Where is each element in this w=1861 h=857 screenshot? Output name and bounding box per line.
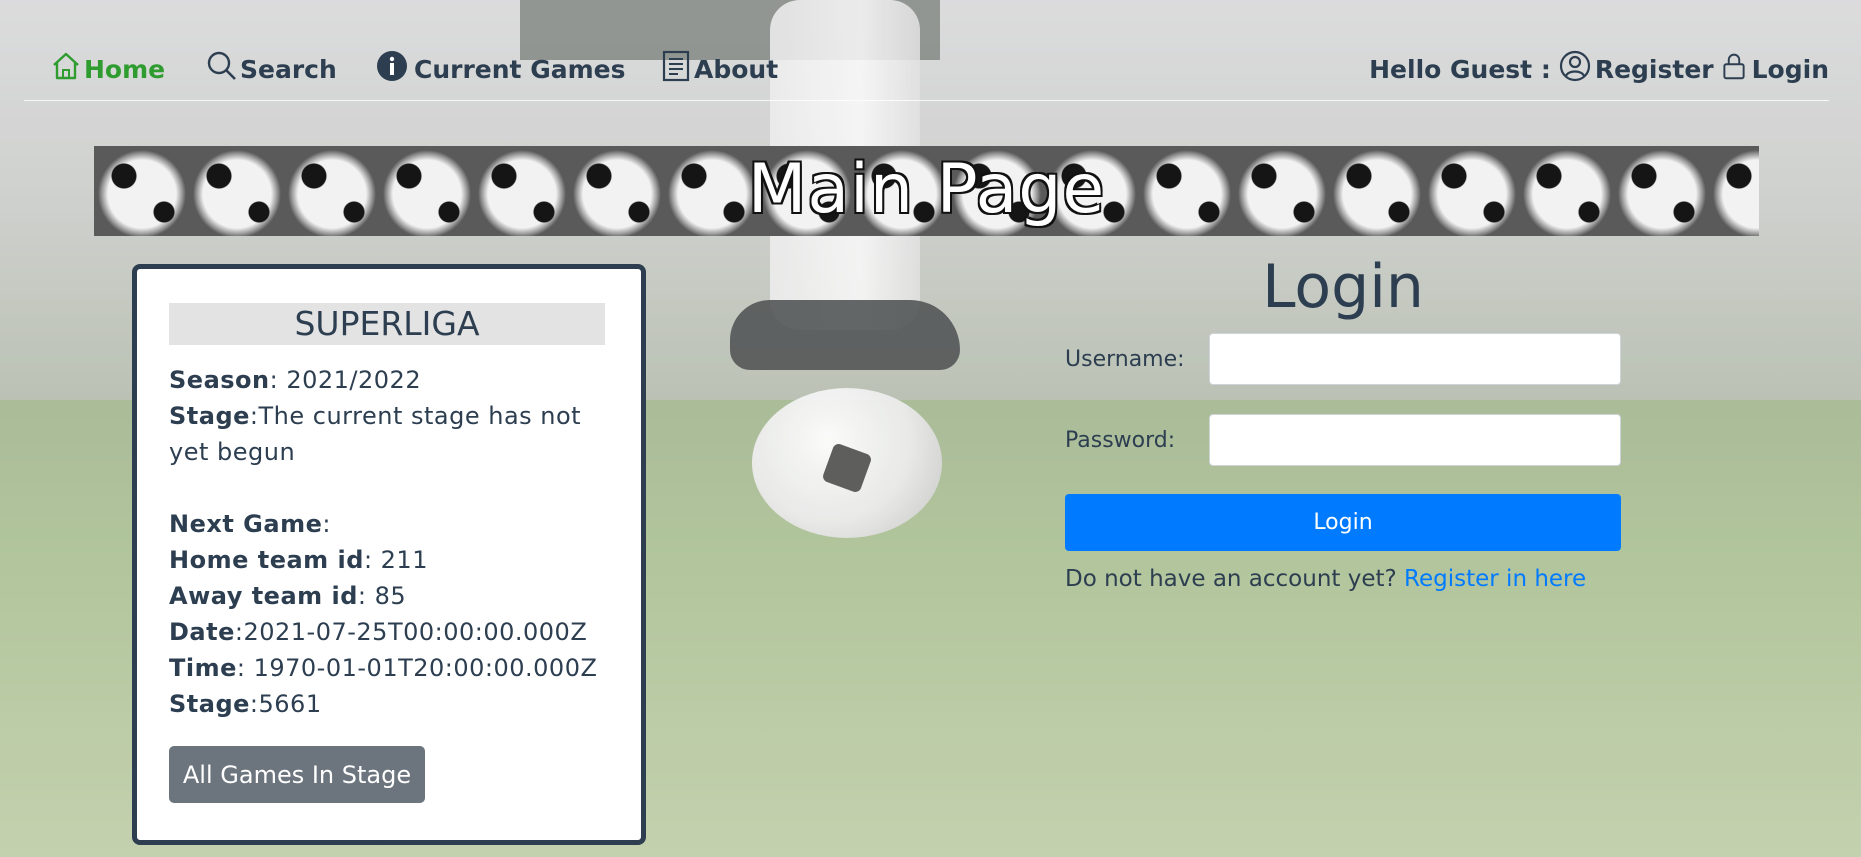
- page-title: Main Page: [747, 150, 1106, 229]
- top-navbar: Home Search Current Games About Hello Gu…: [24, 44, 1829, 101]
- user-area: Hello Guest : Register Login: [1369, 50, 1829, 88]
- nav-search-label: Search: [240, 54, 337, 84]
- login-title: Login: [1262, 252, 1424, 322]
- date-row: Date:2021-07-25T00:00:00.000Z: [169, 618, 588, 646]
- nav-current-games-link[interactable]: Current Games: [376, 50, 626, 88]
- nav-about-label: About: [694, 54, 779, 84]
- all-games-in-stage-button[interactable]: All Games In Stage: [169, 746, 425, 803]
- league-name: SUPERLIGA: [169, 303, 605, 345]
- home-team-row: Home team id: 211: [169, 546, 428, 574]
- search-icon: [206, 50, 238, 88]
- nav-login-link[interactable]: Login: [1720, 50, 1829, 88]
- password-input[interactable]: [1209, 414, 1621, 466]
- nav-login-label: Login: [1751, 54, 1829, 84]
- password-row: Password:: [1065, 414, 1621, 466]
- next-game-row: Next Game:: [169, 510, 331, 538]
- register-prompt: Do not have an account yet? Register in …: [1065, 566, 1586, 592]
- document-icon: [660, 50, 692, 88]
- league-details: Season: 2021/2022 Stage:The current stag…: [169, 362, 609, 722]
- stage-row: Stage:The current stage has not yet begu…: [169, 402, 582, 466]
- info-circle-icon: [376, 50, 408, 88]
- username-row: Username:: [1065, 333, 1621, 385]
- login-submit-button[interactable]: Login: [1065, 494, 1621, 551]
- no-account-text: Do not have an account yet?: [1065, 566, 1397, 592]
- nav-register-label: Register: [1594, 54, 1714, 84]
- user-circle-icon: [1559, 50, 1591, 88]
- time-row: Time: 1970-01-01T20:00:00.000Z: [169, 654, 598, 682]
- username-label: Username:: [1065, 346, 1185, 372]
- lock-icon: [1720, 50, 1748, 88]
- nav-search-link[interactable]: Search: [206, 50, 337, 88]
- league-info-card: SUPERLIGA Season: 2021/2022 Stage:The cu…: [132, 264, 646, 845]
- main-page-banner: Main Page: [94, 146, 1759, 236]
- nav-about-link[interactable]: About: [660, 50, 778, 88]
- house-icon: [50, 50, 82, 88]
- username-input[interactable]: [1209, 333, 1621, 385]
- guest-greeting: Hello Guest :: [1369, 54, 1551, 84]
- season-row: Season: 2021/2022: [169, 366, 422, 394]
- nav-register-link[interactable]: Register: [1559, 50, 1714, 88]
- away-team-row: Away team id: 85: [169, 582, 407, 610]
- game-stage-row: Stage:5661: [169, 690, 322, 718]
- nav-current-games-label: Current Games: [414, 54, 626, 84]
- password-label: Password:: [1065, 427, 1176, 453]
- nav-home-link[interactable]: Home: [50, 50, 165, 88]
- register-link[interactable]: Register in here: [1404, 566, 1586, 592]
- nav-home-label: Home: [84, 54, 166, 84]
